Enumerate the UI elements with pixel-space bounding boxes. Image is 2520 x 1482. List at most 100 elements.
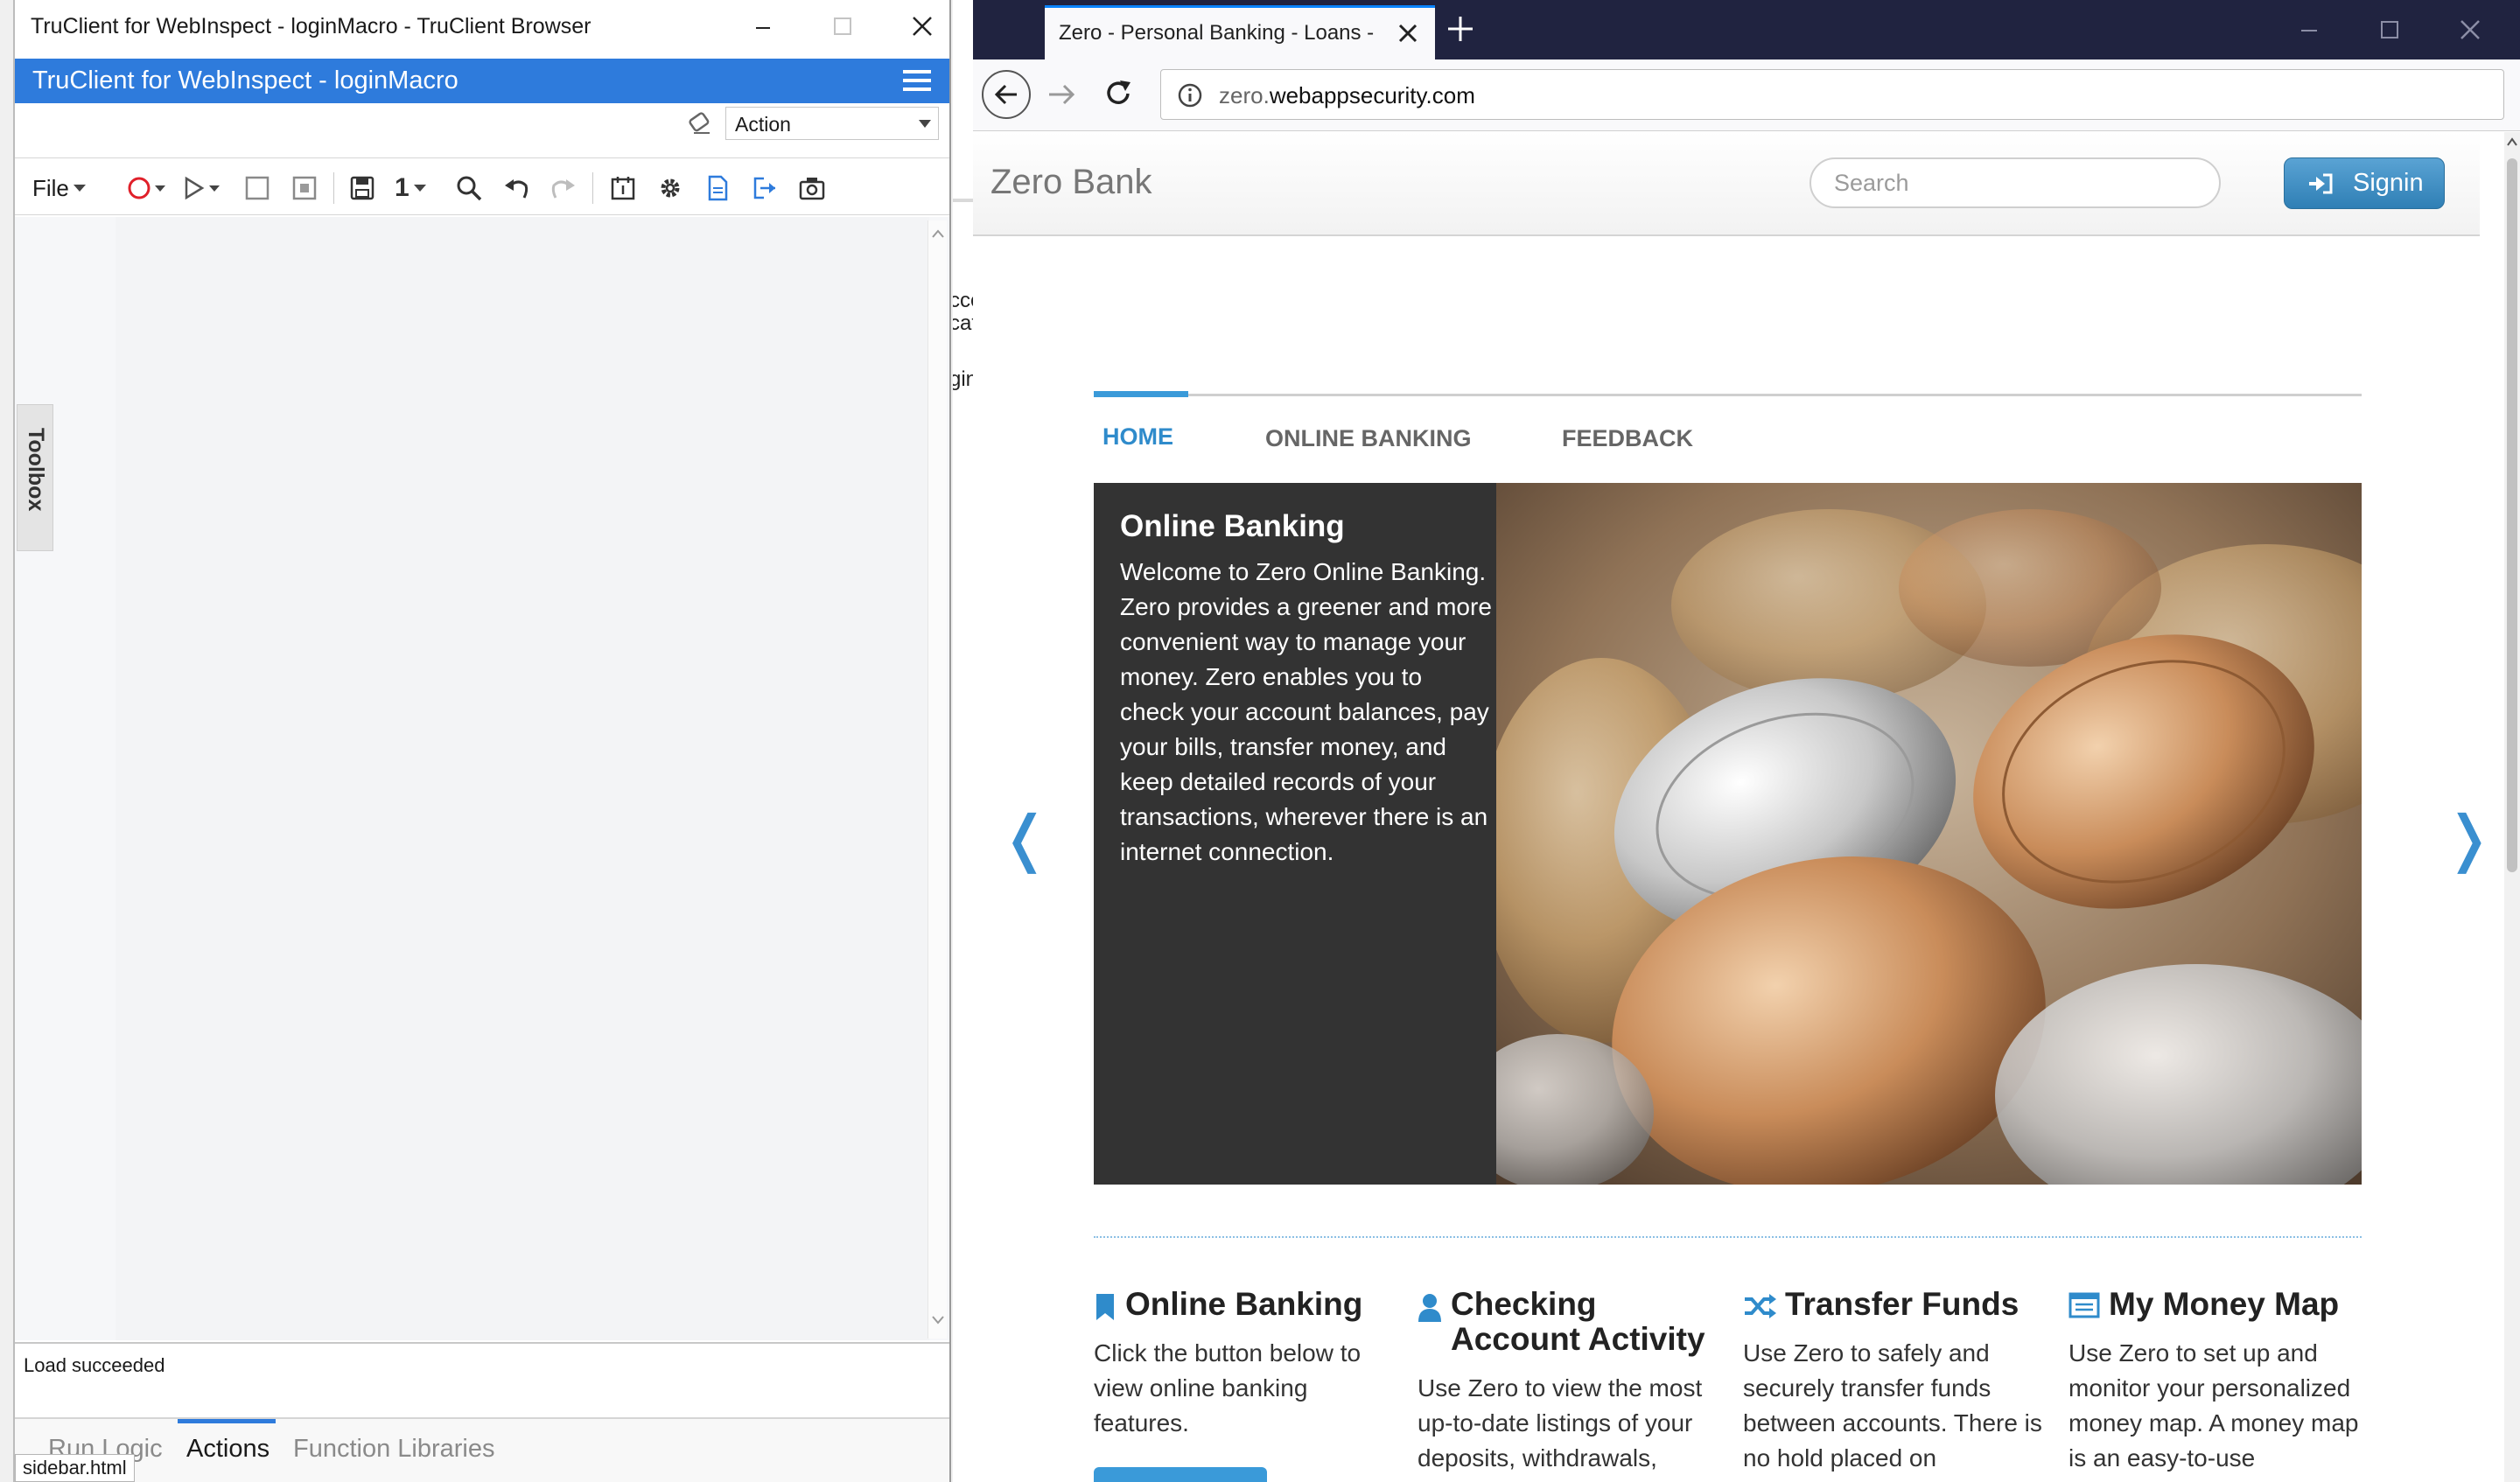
script-editor-canvas [116,217,929,1340]
search-button[interactable] [456,171,482,206]
browser-tab[interactable]: Zero - Personal Banking - Loans - C [1045,5,1435,59]
undo-button[interactable] [503,171,529,206]
calendar-icon [611,177,635,200]
background-text: gin [953,367,973,391]
record-icon [128,177,165,199]
signin-button[interactable]: Signin [2284,157,2445,209]
minimize-button[interactable] [736,5,790,47]
play-icon [185,176,220,200]
back-arrow-icon [994,84,1017,105]
gear-icon [661,178,680,198]
chevron-up-icon[interactable] [932,229,944,238]
tab-online-banking[interactable]: ONLINE BANKING [1265,425,1472,452]
bookmark-icon [1096,1294,1114,1320]
stop-button[interactable] [244,171,270,206]
close-tab-icon[interactable] [1395,20,1421,46]
background-text: cce [953,289,973,312]
feature-title: Online Banking [1125,1286,1363,1322]
eraser-icon[interactable] [687,110,713,136]
maximize-button[interactable] [816,5,870,47]
browser-tabbar: Zero - Personal Banking - Loans - C [973,0,2520,59]
tab-feedback[interactable]: FEEDBACK [1562,425,1693,452]
chevron-up-icon[interactable] [2507,137,2517,146]
save-button[interactable] [349,171,375,206]
hero-coins-image [1496,483,2362,1185]
document-button[interactable] [704,171,731,206]
active-tab-indicator [1094,391,1188,397]
back-button[interactable] [982,70,1031,119]
save-icon [350,176,374,200]
info-icon[interactable] [1177,82,1203,108]
reload-button[interactable] [1104,79,1134,108]
file-menu-button[interactable]: File [32,171,87,206]
page-viewport: Zero Bank Search Signin HOME ONLINE BANK… [973,132,2511,1482]
chevron-down-icon[interactable] [932,1316,944,1325]
search-input[interactable]: Search [1810,157,2221,208]
online-banking-button[interactable] [1094,1467,1267,1482]
tab-actions[interactable]: Actions [186,1435,270,1464]
step-number-button[interactable]: 1 [395,171,427,206]
stop-icon [245,176,270,200]
action-select-value: Action [735,113,791,136]
truclient-header: TruClient for WebInspect - loginMacro [15,59,949,103]
step-icon [292,176,317,200]
brand-logo[interactable]: Zero Bank [990,163,1152,202]
browser-maximize-button[interactable] [2362,9,2417,51]
editor-scrollbar[interactable] [928,220,947,1339]
step-button[interactable] [291,171,318,206]
background-text: cat [953,311,973,335]
hero-caption: Online Banking Welcome to Zero Online Ba… [1094,483,1496,1185]
toolbar: File 1 [15,157,949,215]
script-editor-area[interactable] [15,217,949,1340]
feature-body: Click the button below to view online ba… [1094,1339,1362,1437]
toolbar-divider [333,172,334,204]
redo-button[interactable] [550,171,577,206]
url-text: zero.webappsecurity.com [1219,82,1475,109]
feature-title: Transfer Funds [1785,1286,2020,1322]
export-button[interactable] [752,171,778,206]
tab-function-libraries[interactable]: Function Libraries [293,1435,495,1464]
play-button[interactable] [181,171,221,206]
truclient-titlebar: TruClient for WebInspect - loginMacro - … [15,0,949,54]
carousel-prev-icon[interactable]: ❬ [999,802,1051,874]
document-icon [708,175,728,201]
close-button[interactable] [895,5,949,47]
feature-transfer-funds: Transfer Funds Use Zero to safely and se… [1743,1287,2049,1476]
feature-body: Use Zero to safely and securely transfer… [1743,1339,2042,1472]
window-title: TruClient for WebInspect - loginMacro - … [31,14,592,38]
settings-button[interactable] [657,171,683,206]
feature-body: Use Zero to view the most up-to-date lis… [1418,1374,1703,1472]
url-bar[interactable]: zero.webappsecurity.com [1160,69,2504,120]
forward-button[interactable] [1046,80,1076,108]
hamburger-menu-icon[interactable] [901,67,933,94]
snapshot-button[interactable] [799,171,825,206]
list-icon [2068,1292,2100,1318]
forward-arrow-icon [1049,84,1075,105]
browser-navbar: zero.webappsecurity.com [973,59,2520,131]
feature-money-map: My Money Map Use Zero to set up and moni… [2068,1287,2375,1476]
scrollbar-thumb[interactable] [2507,158,2517,872]
chevron-down-icon [413,185,426,192]
background-window: cce cat gin [953,0,973,1482]
browser-close-button[interactable] [2443,9,2497,51]
section-divider [1094,1236,2362,1238]
toolbox-tab[interactable]: Toolbox [17,404,53,551]
undo-icon [505,179,528,199]
chevron-down-icon [919,120,931,128]
calendar-button[interactable] [610,171,636,206]
tab-home[interactable]: HOME [1102,423,1173,451]
export-icon [753,177,775,199]
browser-minimize-button[interactable] [2282,9,2336,51]
action-select[interactable]: Action [725,107,939,140]
file-menu-label: File [32,174,69,201]
page-scrollbar[interactable] [2504,132,2520,1482]
record-button[interactable] [127,171,167,206]
reload-icon [1107,80,1130,104]
truclient-window: TruClient for WebInspect - loginMacro - … [13,0,951,1482]
step-number-label: 1 [395,173,410,202]
chevron-down-icon [73,185,86,192]
user-icon [1418,1294,1441,1322]
new-tab-icon[interactable] [1446,14,1475,44]
toolbox-label: Toolbox [24,428,48,512]
carousel-next-icon[interactable]: ❭ [2443,802,2495,874]
